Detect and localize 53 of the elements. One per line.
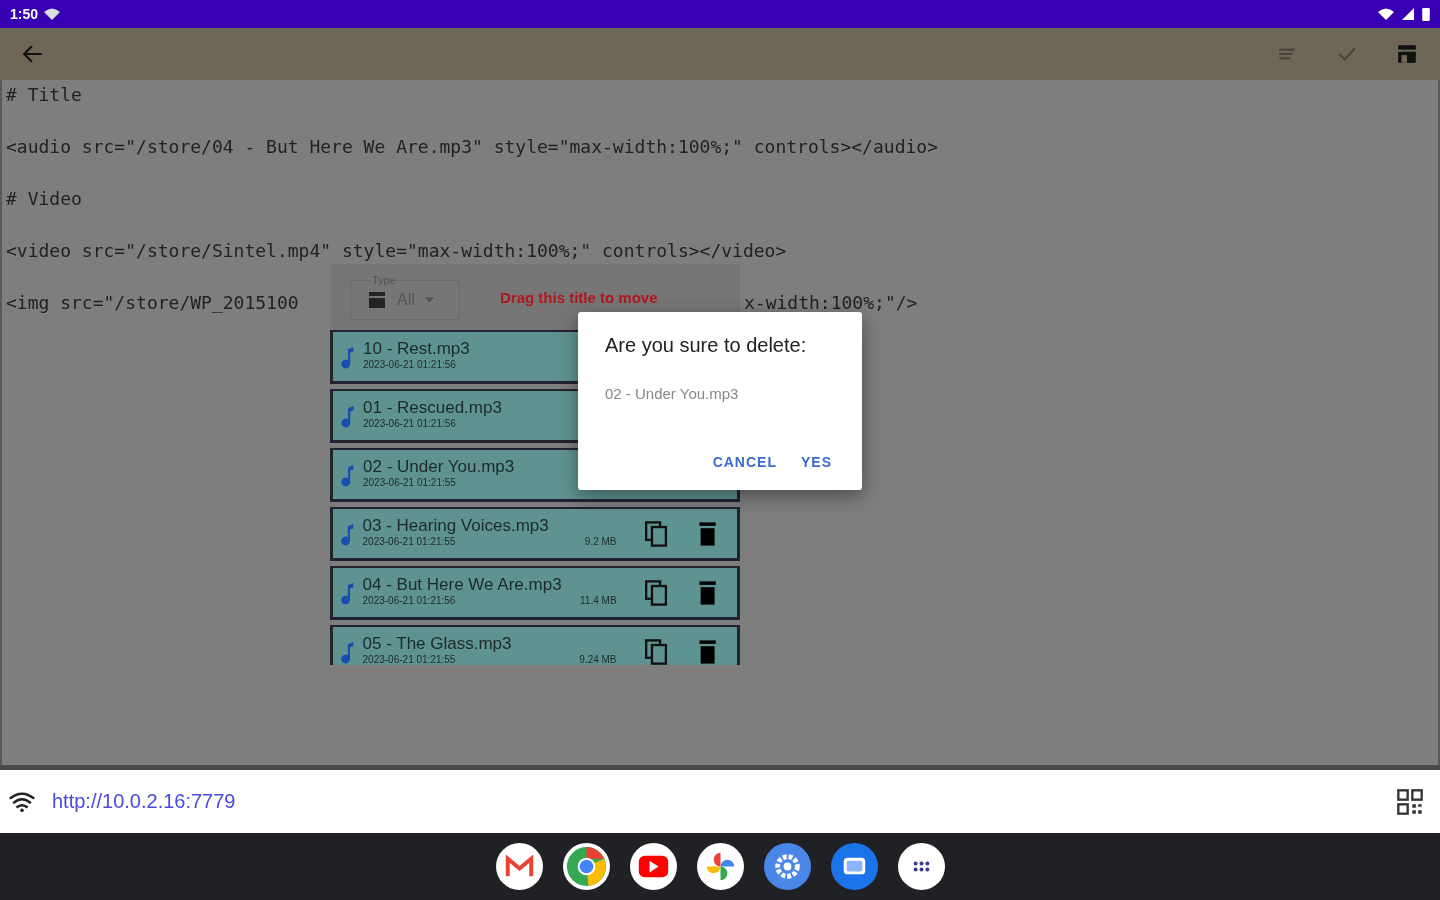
music-note-icon <box>341 347 355 369</box>
status-time: 1:50 <box>10 6 39 22</box>
code-line: # Video <box>6 188 82 209</box>
app-grid-icon[interactable] <box>897 843 945 890</box>
store-icon[interactable] <box>1396 43 1418 65</box>
video-app-icon[interactable] <box>629 843 677 890</box>
file-name: 04 - But Here We Are.mp3 <box>362 575 562 595</box>
music-note-icon <box>341 465 355 487</box>
messages-app-icon[interactable] <box>830 843 878 890</box>
music-note-icon <box>341 642 355 664</box>
dialog-button[interactable]: YES <box>799 450 834 474</box>
settings-app-icon[interactable] <box>763 843 811 890</box>
code-line: <img src="/store/WP_2015100 <box>6 293 300 313</box>
wifi-icon <box>1378 8 1394 20</box>
file-row[interactable]: 04 - But Here We Are.mp3 2023-06-21 01:21:56 11.4 MB <box>330 566 740 620</box>
back-arrow-icon[interactable] <box>22 43 44 65</box>
copy-icon[interactable] <box>644 521 668 547</box>
pinwheel-app-icon[interactable] <box>696 843 744 890</box>
code-line: <audio src="/store/04 - But Here We Are.mp3" style="max-width:100%;" controls></audio> <box>6 136 938 157</box>
file-size: 11.4 MB <box>580 595 617 606</box>
file-name: 03 - Hearing Voices.mp3 <box>362 516 549 536</box>
file-date: 2023-06-21 01:21:55 <box>363 477 456 488</box>
file-name: 01 - Rescued.mp3 <box>363 398 502 418</box>
file-name: 10 - Rest.mp3 <box>363 339 470 359</box>
file-date: 2023-06-21 01:21:56 <box>363 418 456 429</box>
music-note-icon <box>341 406 355 428</box>
code-line: x-width:100%;"/> <box>744 293 918 313</box>
wifi-icon <box>8 791 36 812</box>
wifi-icon <box>44 8 61 20</box>
browser-app-icon[interactable] <box>562 843 610 890</box>
signal-icon <box>1400 8 1416 20</box>
mail-app-icon[interactable] <box>495 843 543 890</box>
store-icon <box>367 290 387 310</box>
file-date: 2023-06-21 01:21:56 <box>363 359 456 370</box>
file-date: 2023-06-21 01:21:56 <box>362 595 456 606</box>
file-size: 9.24 MB <box>579 654 617 665</box>
code-line: <video src="/store/Sintel.mp4" style="max-width:100%;" controls></video> <box>6 240 787 261</box>
code-line: # Title <box>6 84 82 105</box>
music-note-icon <box>341 524 355 546</box>
file-date: 2023-06-21 01:21:55 <box>362 654 456 665</box>
music-note-icon <box>341 583 355 605</box>
file-date: 2023-06-21 01:21:55 <box>362 536 456 547</box>
copy-icon[interactable] <box>644 580 668 606</box>
file-row[interactable]: 03 - Hearing Voices.mp3 2023-06-21 01:21:55 9.2 MB <box>330 507 740 561</box>
server-url-link[interactable]: http://10.0.2.16:7779 <box>52 790 236 813</box>
copy-icon[interactable] <box>644 639 668 665</box>
file-name: 05 - The Glass.mp3 <box>362 634 512 654</box>
file-size: 9.2 MB <box>584 536 617 547</box>
qr-code-icon[interactable] <box>1396 787 1424 816</box>
file-name: 02 - Under You.mp3 <box>363 457 515 477</box>
file-row[interactable]: 05 - The Glass.mp3 2023-06-21 01:21:55 9.24 MB <box>330 625 740 665</box>
battery-icon <box>1422 7 1430 21</box>
caret-icon <box>424 297 434 303</box>
